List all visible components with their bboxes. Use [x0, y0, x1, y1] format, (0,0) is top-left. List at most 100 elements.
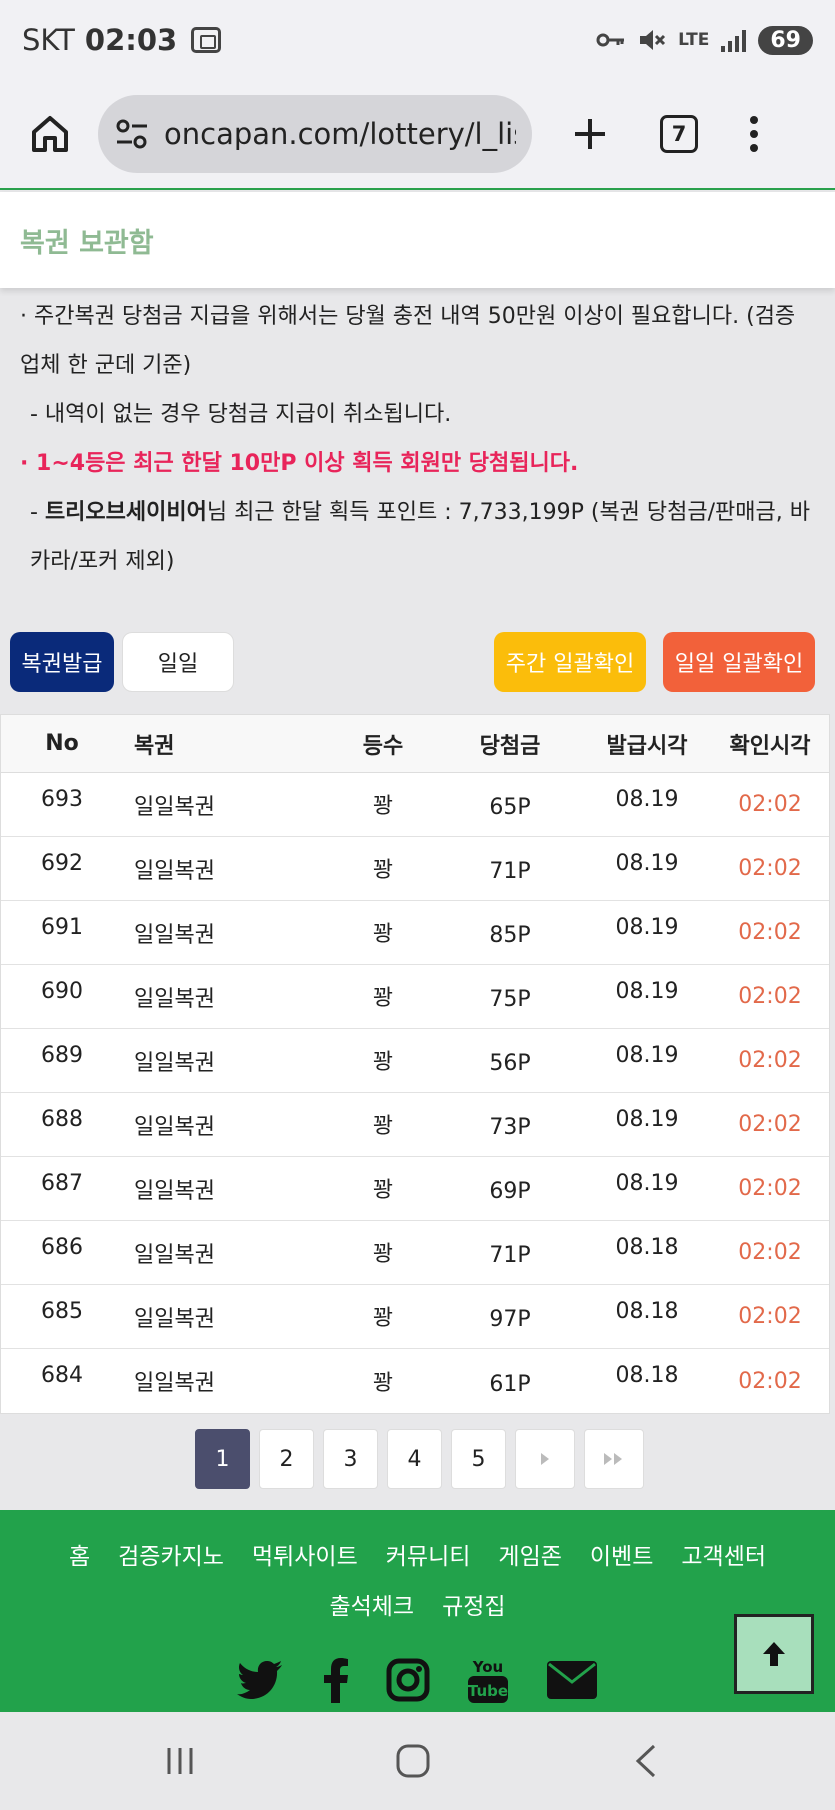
email-icon[interactable] [542, 1650, 602, 1710]
signal-icon [721, 28, 747, 52]
table-row: 693 일일복권 꽝 65P 08.19 02:02 [1, 773, 829, 837]
url-text: oncapan.com/lottery/l_list.php [164, 117, 516, 151]
home-button[interactable] [20, 104, 80, 164]
scroll-to-top-button[interactable] [734, 1614, 814, 1694]
cell-prize: 75P [489, 987, 531, 1012]
next-page-button[interactable] [515, 1429, 575, 1489]
page-2-button[interactable]: 2 [259, 1429, 314, 1489]
back-icon [635, 1744, 656, 1778]
page-5-button[interactable]: 5 [451, 1429, 506, 1489]
footer-link-scam-sites[interactable]: 먹튀사이트 [252, 1544, 358, 1570]
notice-points: - 트리오브세이비어님 최근 한달 획득 포인트 : 7,733,199P (복… [30, 500, 810, 574]
browser-toolbar: oncapan.com/lottery/l_list.php 7 [0, 80, 835, 190]
footer-link-community[interactable]: 커뮤니티 [386, 1544, 471, 1570]
cell-lottery: 일일복권 [134, 1371, 215, 1396]
system-nav-bar [0, 1712, 835, 1810]
cell-checked-time: 02:02 [738, 856, 802, 881]
cell-prize: 97P [489, 1307, 531, 1332]
cell-no: 693 [41, 787, 83, 812]
cell-lottery: 일일복권 [134, 858, 215, 884]
daily-confirm-all-button[interactable]: 일일 일괄확인 [663, 632, 815, 692]
cell-rank: 꽝 [372, 794, 394, 819]
cell-rank: 꽝 [372, 1306, 394, 1331]
header-checked-time: 확인시각 [729, 733, 811, 759]
cell-rank: 꽝 [372, 1178, 394, 1203]
cell-checked-time: 02:02 [738, 1240, 802, 1265]
cell-prize: 69P [489, 1179, 531, 1204]
footer-link-support[interactable]: 고객센터 [681, 1544, 766, 1570]
recent-apps-button[interactable] [150, 1736, 210, 1786]
key-icon [596, 33, 625, 47]
footer-link-attendance[interactable]: 출석체크 [329, 1594, 414, 1620]
cell-prize: 65P [489, 795, 531, 820]
cell-issued-time: 08.19 [615, 787, 679, 812]
page-4-button[interactable]: 4 [387, 1429, 442, 1489]
instagram-icon[interactable] [378, 1650, 438, 1710]
cell-issued-time: 08.19 [615, 1107, 679, 1132]
back-button[interactable] [616, 1736, 676, 1786]
last-page-icon [604, 1453, 622, 1465]
footer-link-casino[interactable]: 검증카지노 [118, 1544, 224, 1570]
header-prize: 당첨금 [479, 733, 541, 759]
cell-checked-time: 02:02 [738, 1048, 802, 1073]
home-nav-button[interactable] [383, 1736, 443, 1786]
cell-checked-time: 02:02 [738, 920, 802, 945]
cell-prize: 85P [489, 923, 531, 948]
page-title: 복권 보관함 [20, 227, 154, 259]
issue-lottery-button[interactable]: 복권발급 [10, 632, 114, 692]
table-row: 688 일일복권 꽝 73P 08.19 02:02 [1, 1093, 829, 1157]
cell-lottery: 일일복권 [134, 922, 215, 948]
cell-lottery: 일일복권 [134, 1050, 215, 1076]
twitter-icon[interactable] [230, 1650, 290, 1710]
next-icon [541, 1453, 549, 1465]
cell-lottery: 일일복권 [134, 1178, 215, 1204]
cell-no: 685 [41, 1299, 83, 1324]
table-row: 687 일일복권 꽝 69P 08.19 02:02 [1, 1157, 829, 1221]
table-row: 689 일일복권 꽝 56P 08.19 02:02 [1, 1029, 829, 1093]
cell-checked-time: 02:02 [738, 984, 802, 1009]
pagination: 1 2 3 4 5 [195, 1429, 644, 1489]
cell-lottery: 일일복권 [134, 1114, 215, 1140]
cell-lottery: 일일복권 [134, 1306, 215, 1332]
more-menu-button[interactable] [750, 116, 758, 152]
table-row: 691 일일복권 꽝 85P 08.19 02:02 [1, 901, 829, 965]
header-rank: 등수 [362, 733, 404, 759]
cell-no: 691 [41, 915, 83, 940]
cell-checked-time: 02:02 [738, 1112, 802, 1137]
cell-no: 687 [41, 1171, 83, 1196]
cell-issued-time: 08.19 [615, 1171, 679, 1196]
cell-rank: 꽝 [372, 1114, 394, 1139]
footer-link-rules[interactable]: 규정집 [442, 1594, 505, 1620]
battery-indicator: 69 [758, 25, 813, 55]
table-row: 685 일일복권 꽝 97P 08.18 02:02 [1, 1285, 829, 1349]
notice-section: · 주간복권 당첨금 지급을 위해서는 당월 충전 내역 50만원 이상이 필요… [0, 292, 835, 586]
page-3-button[interactable]: 3 [323, 1429, 378, 1489]
cell-issued-time: 08.18 [615, 1363, 679, 1388]
cell-issued-time: 08.19 [615, 979, 679, 1004]
tab-switcher-button[interactable]: 7 [660, 115, 698, 153]
cell-checked-time: 02:02 [738, 1176, 802, 1201]
youtube-icon[interactable]: You Tube [458, 1650, 518, 1710]
last-page-button[interactable] [584, 1429, 644, 1489]
carrier-label: SKT [22, 23, 75, 57]
site-settings-icon[interactable] [114, 116, 150, 152]
page-1-button[interactable]: 1 [195, 1429, 250, 1489]
facebook-icon[interactable] [306, 1650, 366, 1710]
footer-link-events[interactable]: 이벤트 [590, 1544, 653, 1570]
daily-filter-button[interactable]: 일일 [122, 632, 234, 692]
header-no: No [45, 731, 79, 756]
cell-rank: 꽝 [372, 922, 394, 947]
arrow-up-icon [763, 1642, 785, 1666]
footer-link-gamezone[interactable]: 게임존 [498, 1544, 561, 1570]
table-row: 684 일일복권 꽝 61P 08.18 02:02 [1, 1349, 829, 1413]
cell-prize: 71P [489, 1243, 531, 1268]
new-tab-button[interactable] [560, 104, 620, 164]
header-issued-time: 발급시각 [606, 733, 688, 759]
cell-issued-time: 08.18 [615, 1235, 679, 1260]
weekly-confirm-all-button[interactable]: 주간 일괄확인 [494, 632, 646, 692]
footer-link-home[interactable]: 홈 [69, 1544, 90, 1570]
cell-lottery: 일일복권 [134, 986, 215, 1012]
cell-issued-time: 08.18 [615, 1299, 679, 1324]
cell-rank: 꽝 [372, 1242, 394, 1267]
address-bar[interactable]: oncapan.com/lottery/l_list.php [98, 95, 532, 173]
